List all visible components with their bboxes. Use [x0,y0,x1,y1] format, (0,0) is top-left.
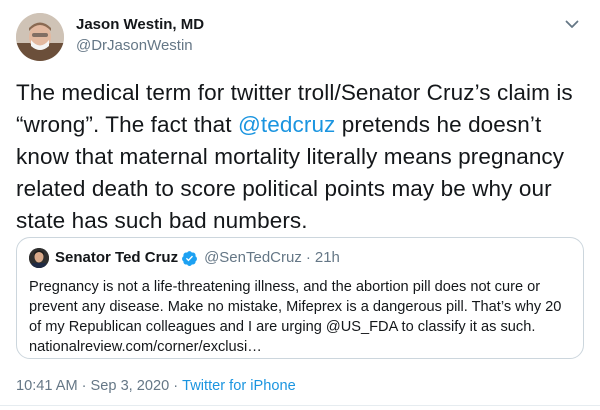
divider [0,405,600,406]
tweet-text-line: “wrong”. The fact that @tedcruz pretends… [16,109,588,141]
tweet-text-segment: “wrong”. The fact that [16,112,238,137]
quoted-tweet[interactable]: Senator Ted Cruz @SenTedCruz · 21h Pregn… [16,237,584,359]
quoted-author-avatar[interactable] [29,248,49,268]
quoted-text-line: prevent any disease. Make no mistake, Mi… [29,299,562,315]
meta-separator: · [173,378,179,394]
tweet-metadata: 10:41 AM · Sep 3, 2020 · Twitter for iPhone [16,376,296,396]
tweet-source-link[interactable]: Twitter for iPhone [182,378,296,394]
tweet-text-segment: pretends he doesn’t [335,112,542,137]
tweet-card: Jason Westin, MD @DrJasonWestin The medi… [0,0,600,410]
author-block[interactable]: Jason Westin, MD @DrJasonWestin [76,15,204,56]
tweet-time[interactable]: 10:41 AM [16,378,78,394]
tweet-date[interactable]: Sep 3, 2020 [91,378,170,394]
quoted-link[interactable]: nationalreview.com/corner/exclusi… [29,337,573,357]
quoted-text: Pregnancy is not a life-threatening illn… [29,277,573,357]
verified-badge-icon [182,250,198,266]
author-name[interactable]: Jason Westin, MD [76,15,204,35]
chevron-down-icon [565,20,579,28]
quoted-author-name[interactable]: Senator Ted Cruz [55,249,178,267]
quoted-text-line: Pregnancy is not a life-threatening illn… [29,279,541,295]
tweet-menu-button[interactable] [560,12,584,36]
quoted-text-line: of my Republican colleagues and I are ur… [29,319,536,335]
quoted-header: Senator Ted Cruz @SenTedCruz · 21h [55,249,340,267]
tweet-text: The medical term for twitter troll/Senat… [16,77,588,237]
tweet-text-line: related death to score political points … [16,176,552,201]
tweet-text-line: The medical term for twitter troll/Senat… [16,80,573,105]
mention-link[interactable]: @tedcruz [238,112,335,137]
meta-separator: · [81,378,87,394]
quoted-author-handle[interactable]: @SenTedCruz [204,249,302,267]
person-avatar-icon [16,13,64,61]
tweet-text-line: state has such bad numbers. [16,208,308,233]
author-avatar[interactable] [16,13,64,61]
quoted-timestamp[interactable]: 21h [315,249,340,267]
author-handle[interactable]: @DrJasonWestin [76,36,204,56]
quoted-separator: · [305,249,311,266]
tweet-text-line: know that maternal mortality literally m… [16,144,565,169]
person-avatar-icon [29,248,49,268]
